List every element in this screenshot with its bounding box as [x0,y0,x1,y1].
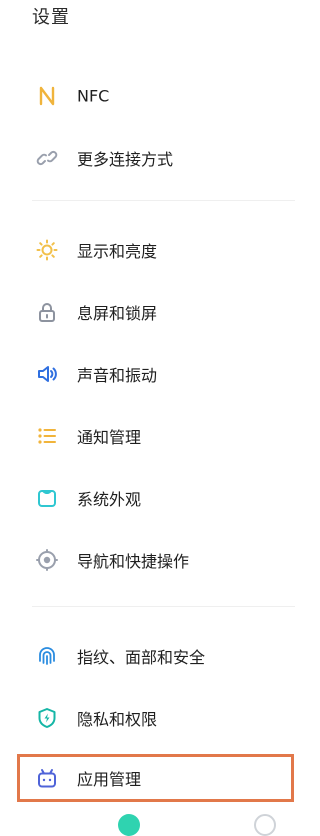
settings-item-label: 系统外观 [77,490,142,509]
settings-item-notifications[interactable]: 通知管理 [0,416,295,456]
theme-icon [36,487,58,509]
settings-item-security[interactable]: 指纹、面部和安全 [0,636,295,676]
settings-item-label: 更多连接方式 [77,150,174,169]
speaker-icon [36,363,58,385]
top-bar: 设置 [0,0,295,38]
settings-item-nfc[interactable]: NFC [0,76,295,116]
list-icon [36,425,58,447]
settings-item-appearance[interactable]: 系统外观 [0,478,295,518]
settings-item-lock-screen[interactable]: 息屏和锁屏 [0,292,295,332]
partial-icon-outline [254,814,276,836]
settings-item-label: 显示和亮度 [77,242,158,261]
settings-item-label: 息屏和锁屏 [77,304,158,323]
settings-item-display[interactable]: 显示和亮度 [0,230,295,270]
nfc-icon [36,85,58,107]
group-divider [32,606,295,607]
fingerprint-icon [36,645,58,667]
page-title: 设置 [32,7,70,28]
settings-item-label: 指纹、面部和安全 [77,648,206,667]
navigation-icon [36,549,58,571]
partial-icon-teal [118,814,140,836]
lock-icon [36,301,58,323]
settings-item-navigation[interactable]: 导航和快捷操作 [0,540,295,580]
shield-icon [36,707,58,729]
link-icon [36,147,58,169]
settings-item-sound[interactable]: 声音和振动 [0,354,295,394]
settings-item-label: 通知管理 [77,428,142,447]
settings-item-label: 声音和振动 [77,366,158,385]
settings-item-label: 导航和快捷操作 [77,552,190,571]
group-divider [32,200,295,201]
settings-item-more-connections[interactable]: 更多连接方式 [0,138,295,178]
brightness-icon [36,239,58,261]
selection-highlight [17,754,294,802]
settings-item-label: 隐私和权限 [77,710,158,729]
settings-item-label: NFC [77,86,110,106]
settings-item-privacy[interactable]: 隐私和权限 [0,698,295,738]
